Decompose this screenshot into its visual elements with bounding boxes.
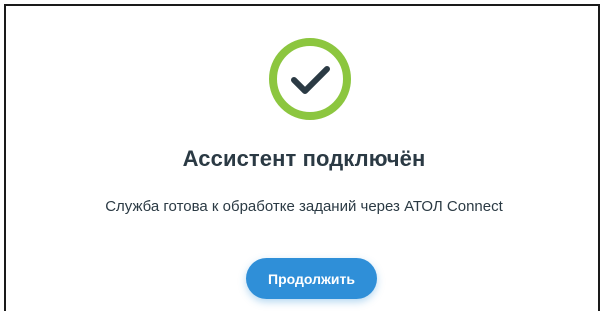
check-circle-icon — [269, 38, 351, 120]
dialog-panel: Ассистент подключён Служба готова к обра… — [4, 4, 600, 311]
dialog-title: Ассистент подключён — [182, 146, 426, 171]
continue-button[interactable]: Продолжить — [246, 258, 377, 299]
dialog-message: Служба готова к обработке заданий через … — [105, 198, 503, 215]
